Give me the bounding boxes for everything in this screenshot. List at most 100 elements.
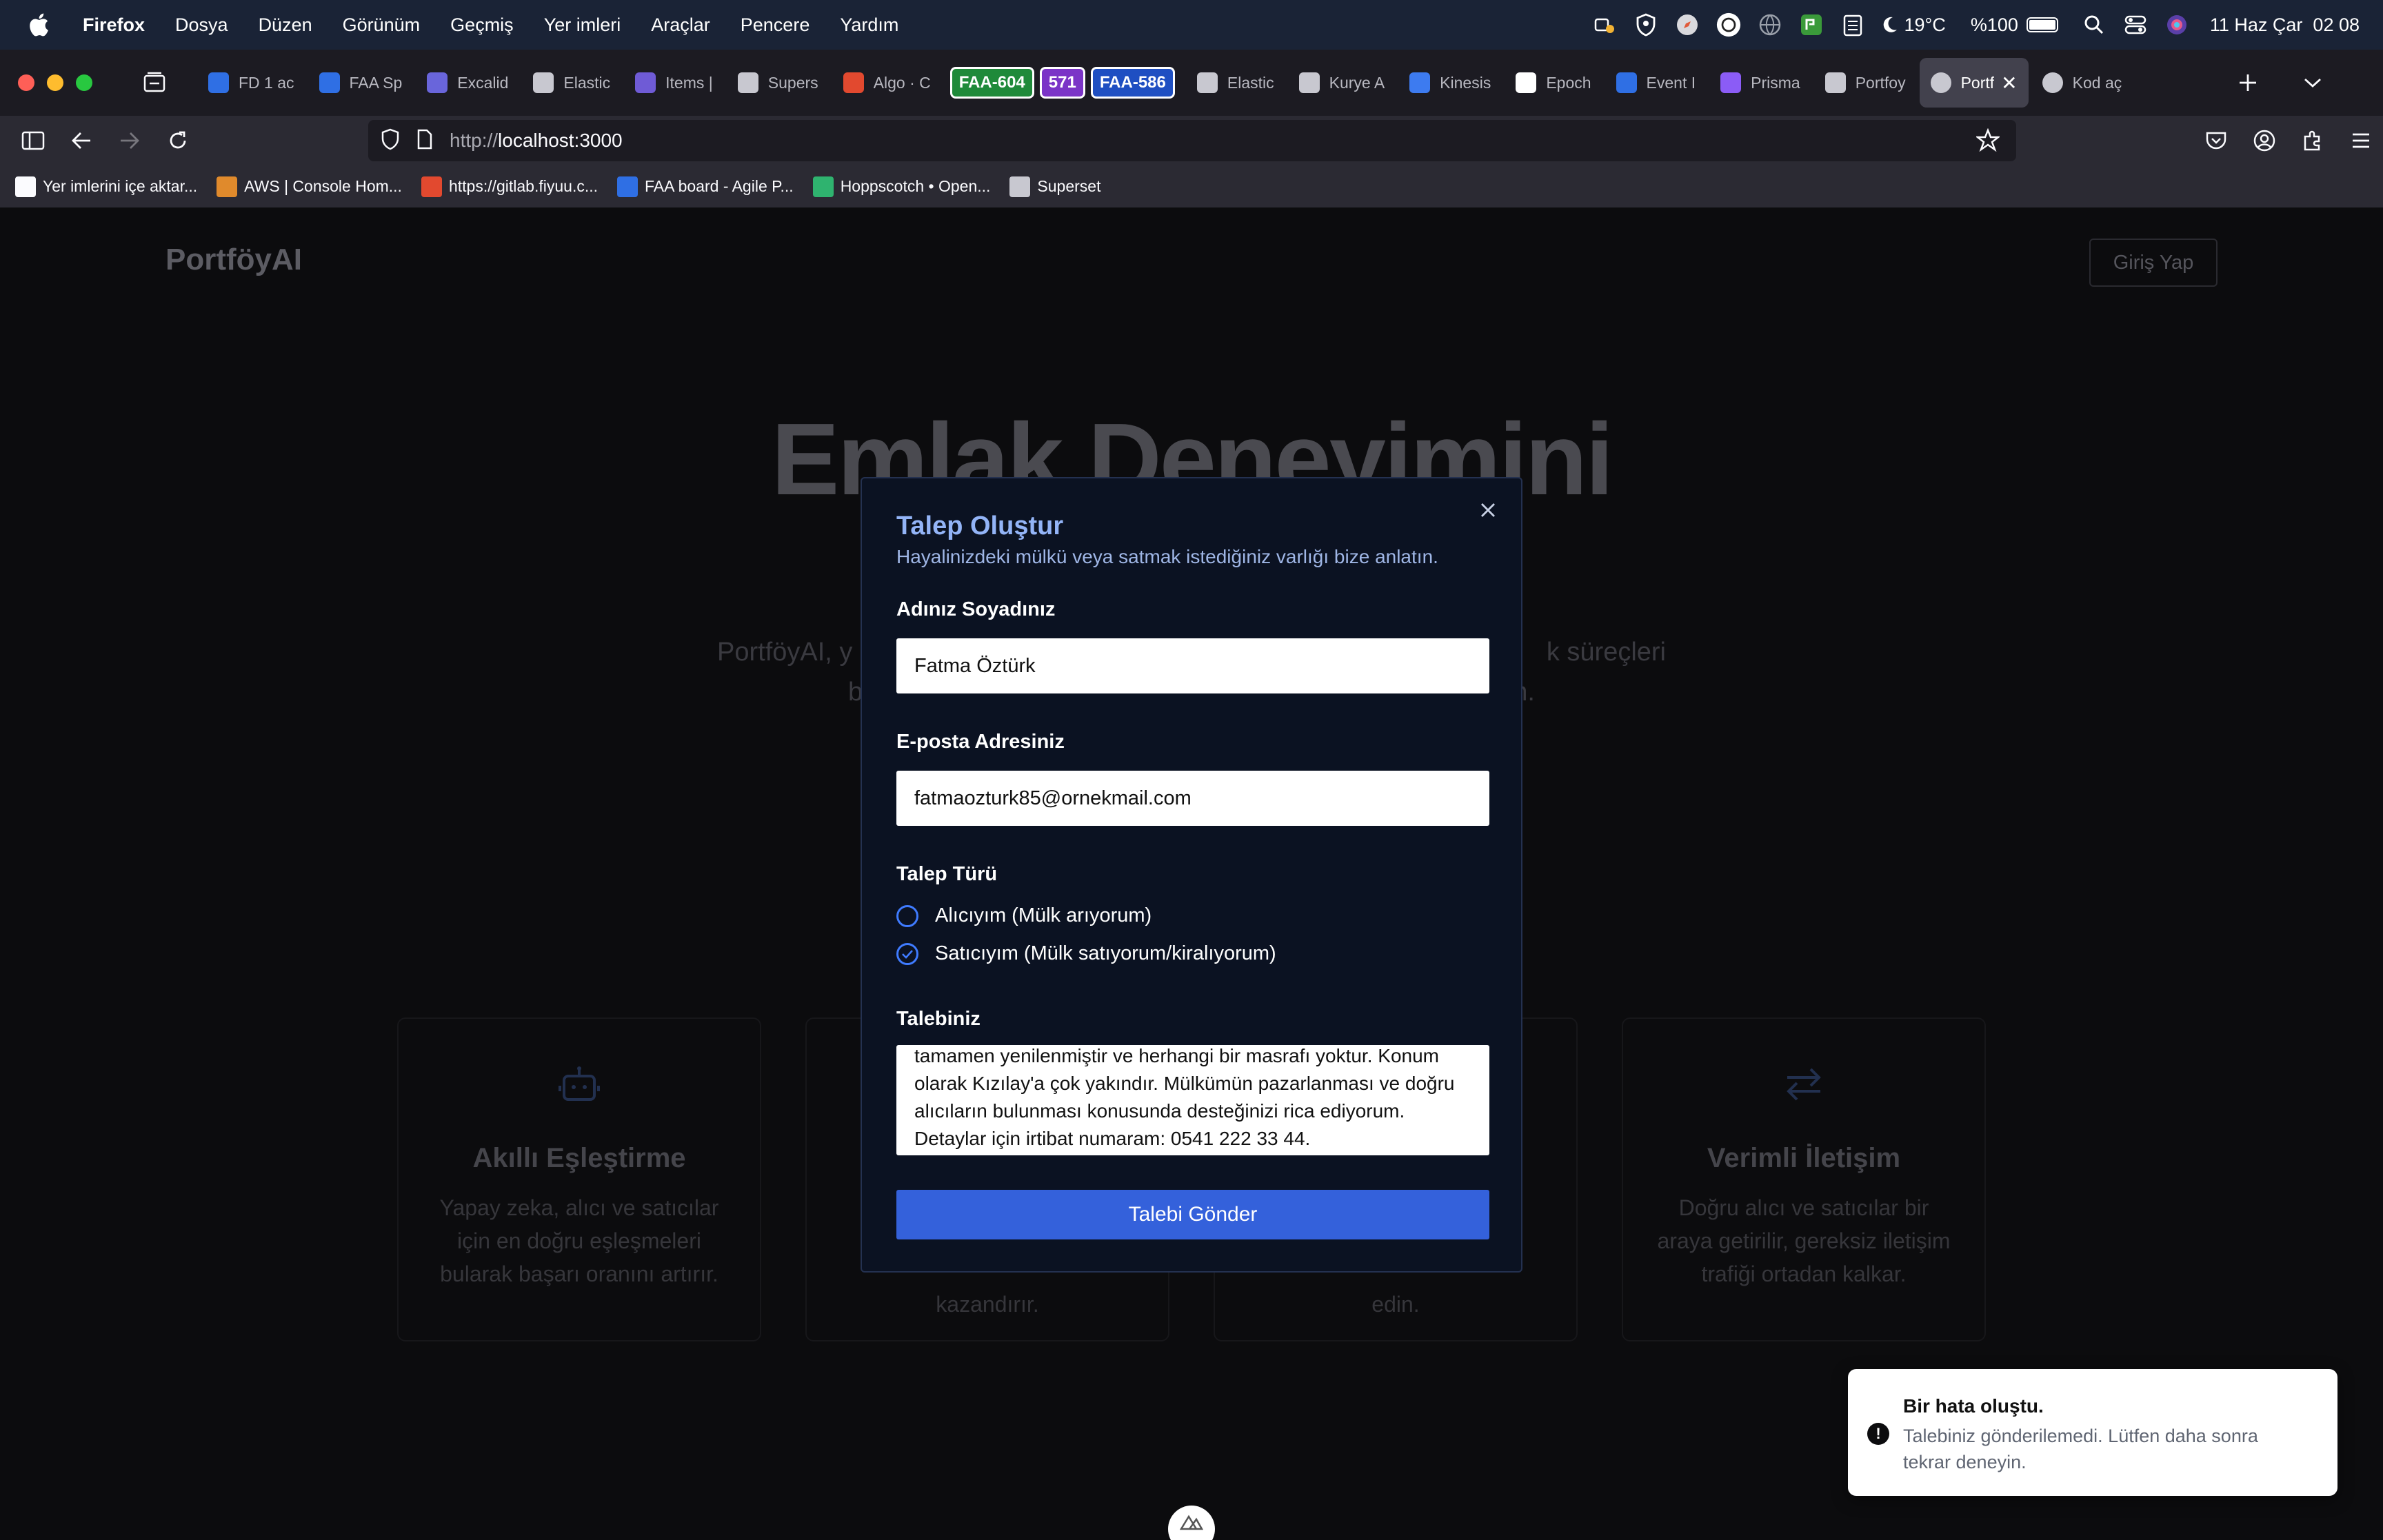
tab-item[interactable]: FAA Sp (308, 58, 414, 108)
tab-item[interactable]: Items | (624, 58, 724, 108)
menu-tools[interactable]: Araçlar (651, 14, 710, 36)
tab-item[interactable]: Elastic (522, 58, 621, 108)
tab-item[interactable]: Kod aç (2031, 58, 2133, 108)
nuxt-devtools-icon[interactable] (1168, 1506, 1215, 1540)
tab-item[interactable]: Kinesis (1398, 58, 1502, 108)
bookmark-item[interactable]: https://gitlab.fiyuu.c... (421, 176, 598, 197)
battery-percent[interactable]: %100 (1971, 14, 2018, 36)
pocket-icon[interactable] (2201, 125, 2231, 156)
bookmark-item[interactable]: Yer imlerini içe aktar... (15, 176, 197, 197)
hamburger-menu-icon[interactable] (2346, 125, 2376, 156)
tab-label: Algo · C (873, 73, 931, 92)
tab-badge[interactable]: FAA-604 (949, 67, 1034, 99)
tab-active[interactable]: Portf ✕ (1919, 58, 2029, 108)
back-arrow-icon[interactable] (66, 125, 97, 156)
tab-list-chevron-down-icon[interactable] (2297, 68, 2328, 98)
tab-badge[interactable]: FAA-586 (1090, 67, 1175, 99)
sidebar-toggle-icon[interactable] (18, 125, 48, 156)
menu-window[interactable]: Pencere (741, 14, 810, 36)
menu-app-name[interactable]: Firefox (83, 14, 145, 36)
chatgpt-status-icon[interactable] (1716, 12, 1741, 37)
globe-icon[interactable] (1758, 12, 1782, 37)
close-tab-icon[interactable]: ✕ (2001, 72, 2017, 94)
temperature[interactable]: 19°C (1904, 14, 1945, 36)
extensions-icon[interactable] (2297, 125, 2328, 156)
reload-icon[interactable] (163, 125, 193, 156)
bookmark-item[interactable]: Superset (1009, 176, 1100, 197)
feature-card-text: Doğru alıcı ve satıcılar bir araya getir… (1657, 1195, 1951, 1286)
spotlight-search-icon[interactable] (2082, 12, 2107, 37)
forward-arrow-icon[interactable] (114, 125, 145, 156)
bookmark-label: Superset (1037, 177, 1101, 195)
vpn-shield-icon[interactable] (1633, 12, 1658, 37)
address-bar[interactable]: http://localhost:3000 (368, 120, 2016, 161)
close-window-button[interactable] (18, 74, 34, 91)
tab-list-2: Elastic Kurye A Kinesis Epoch Event I Prisma P… (1186, 50, 1920, 116)
hero-text-left: PortföyAI, y (717, 638, 853, 667)
tab-item[interactable]: Event I (1605, 58, 1707, 108)
green-app-icon[interactable] (1799, 12, 1824, 37)
tab-badge[interactable]: 571 (1039, 67, 1085, 99)
site-logo[interactable]: PortföyAI (165, 243, 302, 277)
close-icon[interactable] (1476, 498, 1500, 523)
bookmark-label: AWS | Console Hom... (244, 177, 402, 195)
tab-item[interactable]: Elastic (1186, 58, 1285, 108)
tab-item[interactable]: Prisma (1709, 58, 1811, 108)
tab-item[interactable]: Excalid (416, 58, 519, 108)
shield-tracking-icon[interactable] (381, 128, 400, 154)
apple-icon[interactable] (25, 11, 52, 39)
request-textarea[interactable]: tamamen yenilenmiştir ve herhangi bir ma… (896, 1045, 1489, 1155)
name-input[interactable] (896, 638, 1489, 693)
bookmark-item[interactable]: FAA board - Agile P... (617, 176, 794, 197)
tab-item[interactable]: Kurye A (1288, 58, 1396, 108)
menu-bookmarks[interactable]: Yer imleri (544, 14, 621, 36)
tab-overview-icon[interactable] (139, 68, 170, 98)
menu-file[interactable]: Dosya (175, 14, 228, 36)
feature-card-title: Verimli İletişim (1707, 1143, 1901, 1173)
control-center-icon[interactable] (2123, 12, 2148, 37)
weather-moon-icon[interactable] (1882, 12, 1898, 37)
email-input[interactable] (896, 771, 1489, 826)
radio-circle-checked[interactable] (896, 942, 918, 965)
menu-view[interactable]: Görünüm (343, 14, 421, 36)
clipboard-icon[interactable] (1840, 12, 1865, 37)
textarea-line: tamamen yenilenmiştir ve herhangi bir ma… (914, 1045, 1439, 1066)
menu-edit[interactable]: Düzen (259, 14, 312, 36)
zoom-window-button[interactable] (76, 74, 92, 91)
radio-option-seller[interactable]: Satıcıyım (Mülk satıyorum/kiralıyorum) (896, 942, 1276, 965)
battery-icon[interactable] (2026, 17, 2058, 32)
tab-label: Items | (665, 73, 713, 92)
account-icon[interactable] (2249, 125, 2280, 156)
page-info-icon[interactable] (416, 129, 433, 153)
request-type-label: Talep Türü (896, 863, 998, 885)
compass-app-icon[interactable] (1675, 12, 1700, 37)
tab-item[interactable]: Supers (727, 58, 829, 108)
menu-history[interactable]: Geçmiş (450, 14, 514, 36)
menu-help[interactable]: Yardım (840, 14, 898, 36)
toast-message: Talebiniz gönderilemedi. Lütfen daha son… (1903, 1426, 2258, 1472)
siri-icon[interactable] (2164, 12, 2189, 37)
teams-status-icon[interactable] (1592, 12, 1617, 37)
macos-menu-bar: Firefox Dosya Düzen Görünüm Geçmiş Yer i… (0, 0, 2383, 50)
url-text[interactable]: http://localhost:3000 (450, 130, 623, 152)
tab-item[interactable]: FD 1 ac (197, 58, 305, 108)
login-button[interactable]: Giriş Yap (2089, 239, 2218, 287)
tab-label: FD 1 ac (239, 73, 294, 92)
new-tab-plus-icon[interactable] (2233, 68, 2263, 98)
clock-datetime[interactable]: 11 Haz Çar 02 08 (2210, 14, 2360, 36)
radio-circle[interactable] (896, 904, 918, 927)
bookmark-item[interactable]: AWS | Console Hom... (217, 176, 402, 197)
tab-item[interactable]: Algo · C (832, 58, 942, 108)
openai-icon (2042, 72, 2063, 93)
bookmark-star-icon[interactable] (1975, 128, 2001, 155)
radio-option-buyer[interactable]: Alıcıyım (Mülk arıyorum) (896, 904, 1152, 927)
aws-icon (217, 176, 238, 197)
minimize-window-button[interactable] (47, 74, 63, 91)
chatgpt-icon (1930, 72, 1951, 93)
elastic-icon (1196, 72, 1218, 93)
submit-request-button[interactable]: Talebi Gönder (896, 1190, 1489, 1239)
bookmark-item[interactable]: Hoppscotch • Open... (812, 176, 990, 197)
checkmark-icon (902, 949, 913, 959)
tab-item[interactable]: Epoch (1505, 58, 1602, 108)
tab-item[interactable]: Portfoy (1814, 58, 1917, 108)
